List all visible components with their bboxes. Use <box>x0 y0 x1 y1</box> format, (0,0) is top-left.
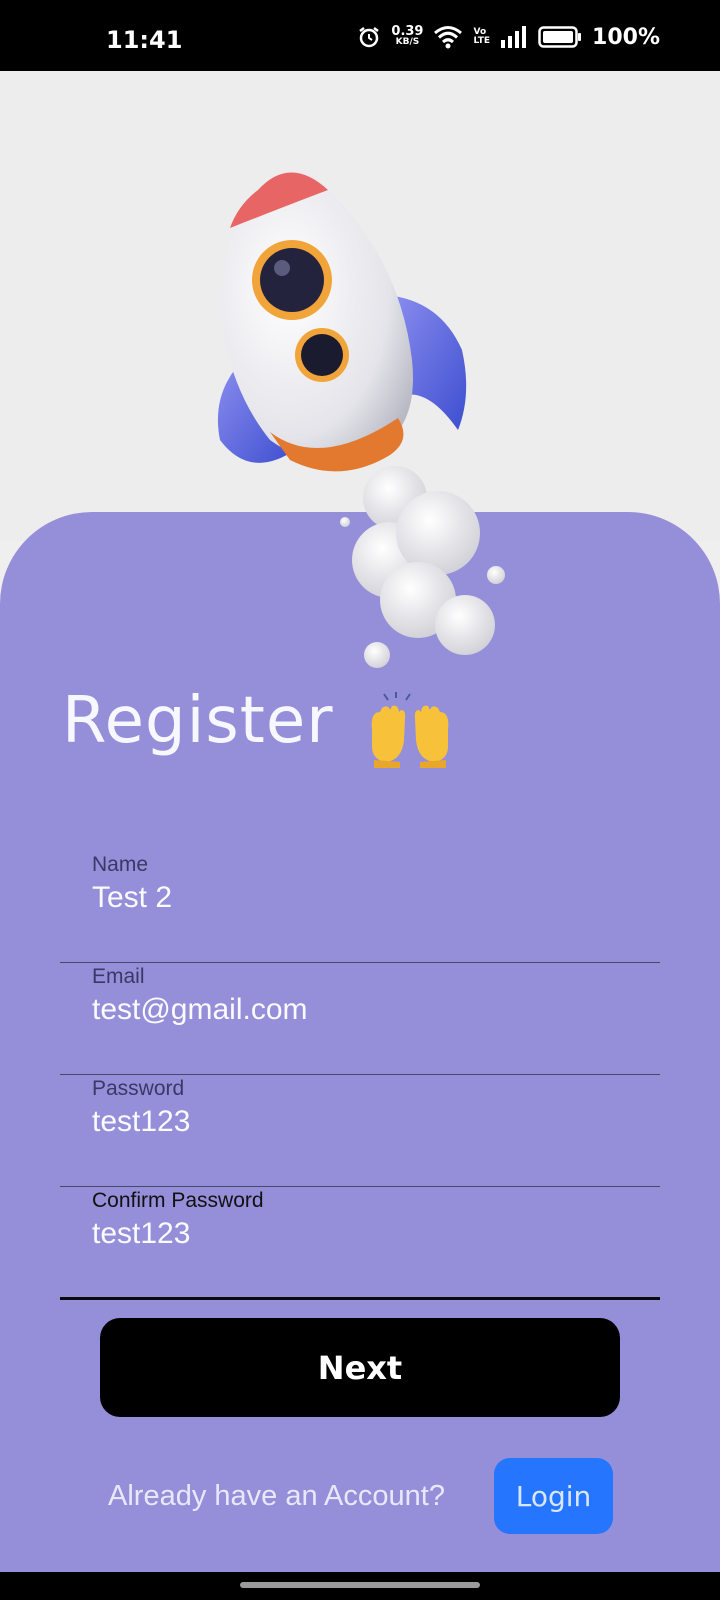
confirm-password-field-label: Confirm Password <box>92 1189 264 1212</box>
alarm-icon <box>359 27 380 48</box>
volte-bottom: LTE <box>473 36 491 46</box>
password-field-value[interactable]: test123 <box>92 1105 190 1139</box>
status-time: 11:41 <box>106 26 183 54</box>
battery-percent: 100% <box>592 24 660 50</box>
navigation-bar <box>0 1572 720 1600</box>
confirm-password-field-value[interactable]: test123 <box>92 1217 190 1251</box>
rocket-illustration <box>217 172 505 668</box>
home-gesture-handle[interactable] <box>240 1582 480 1588</box>
password-field-label: Password <box>92 1077 185 1100</box>
status-icons: 0.39 KB/S Vo LTE 100% <box>357 22 660 52</box>
wifi-icon <box>434 26 463 49</box>
email-field-value[interactable]: test@gmail.com <box>92 993 308 1027</box>
confirm-password-field[interactable]: Confirm Password test123 <box>60 1189 660 1300</box>
battery-icon <box>538 26 582 48</box>
status-bar: 11:41 0.39 KB/S Vo LTE 100% <box>0 0 720 71</box>
page-title: Register <box>62 684 334 758</box>
next-button[interactable]: Next <box>100 1318 620 1417</box>
email-field-underline <box>60 1074 660 1075</box>
net-speed: 0.39 KB/S <box>391 24 424 48</box>
signal-icon <box>501 26 527 48</box>
login-prompt: Already have an Account? <box>108 1480 445 1512</box>
email-field[interactable]: Email test@gmail.com <box>60 965 660 1075</box>
net-speed-value: 0.39 <box>391 24 424 39</box>
name-field-value[interactable]: Test 2 <box>92 881 172 915</box>
raising-hands-emoji <box>371 692 449 768</box>
password-field[interactable]: Password test123 <box>60 1077 660 1187</box>
confirm-password-field-underline <box>60 1297 660 1300</box>
volte-indicator: Vo LTE <box>473 28 490 46</box>
name-field-underline <box>60 962 660 963</box>
email-field-label: Email <box>92 965 145 988</box>
login-button[interactable]: Login <box>494 1458 613 1534</box>
name-field-label: Name <box>92 853 149 876</box>
name-field[interactable]: Name Test 2 <box>60 853 660 963</box>
password-field-underline <box>60 1186 660 1187</box>
net-speed-unit: KB/S <box>395 37 420 47</box>
